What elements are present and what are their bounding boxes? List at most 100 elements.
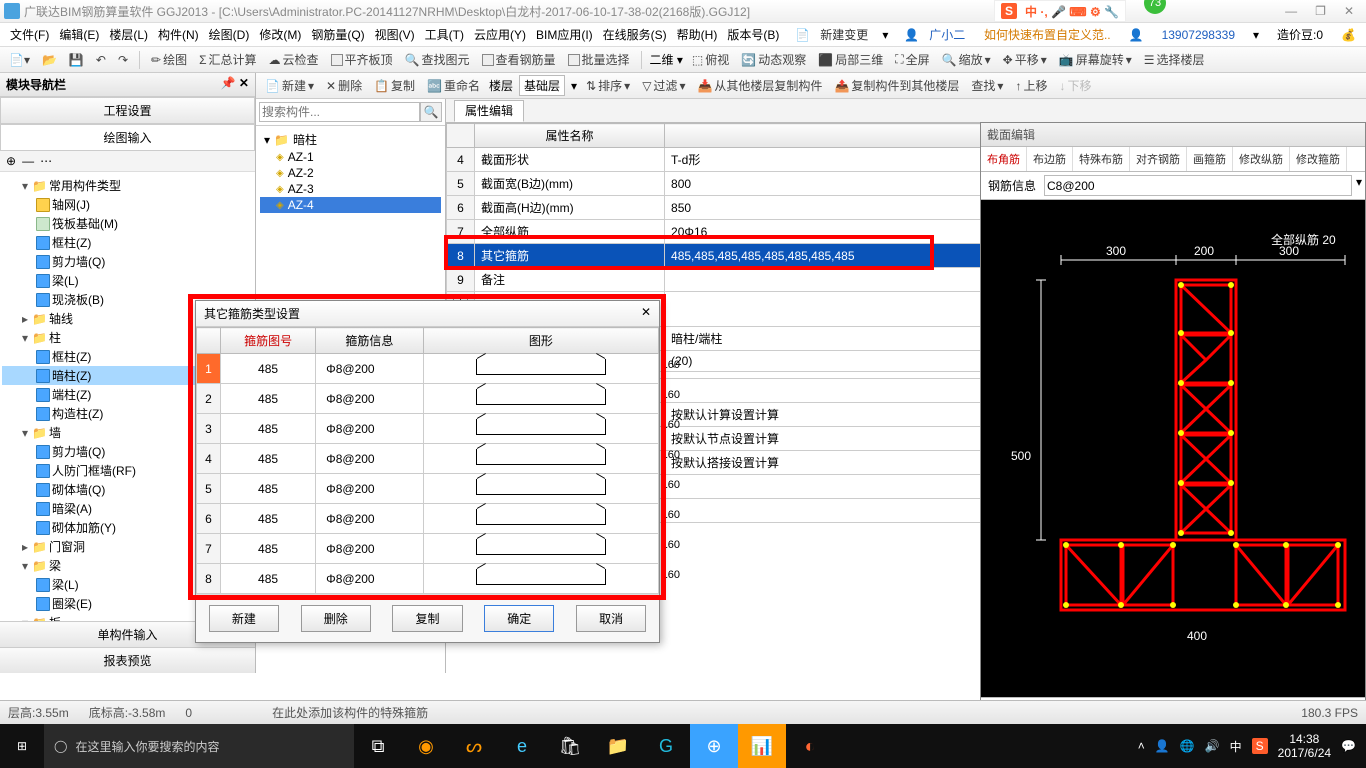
dialog-ok-button[interactable]: 确定 <box>484 605 554 632</box>
component-item[interactable]: ◈ AZ-4 <box>260 197 441 213</box>
section-tab-edge[interactable]: 布边筋 <box>1027 147 1073 171</box>
stirrup-row[interactable]: 2485Φ8@200160 <box>197 384 659 414</box>
report-preview[interactable]: 报表预览 <box>0 647 255 673</box>
stirrup-row[interactable]: 6485Φ8@200160 <box>197 504 659 534</box>
faq-link[interactable]: 如何快速布置自定义范.. <box>980 24 1115 45</box>
start-button[interactable]: ⊞ <box>0 724 44 768</box>
minimize-button[interactable]: — <box>1285 4 1297 18</box>
tool-batchsel[interactable]: 批量选择 <box>565 49 633 70</box>
component-item[interactable]: ◈ AZ-3 <box>260 181 441 197</box>
btn-copy[interactable]: 📋 复制 <box>371 75 418 96</box>
tool-fullscreen[interactable]: ⛶ 全屏 <box>892 49 932 70</box>
rebar-info-input[interactable] <box>1044 175 1352 196</box>
store-icon[interactable]: 🛍 <box>546 724 594 768</box>
menu-tools[interactable]: 工具(T) <box>421 24 468 45</box>
stirrup-row[interactable]: 4485Φ8@200160 <box>197 444 659 474</box>
btn-copyto[interactable]: 📤 复制构件到其他楼层 <box>831 75 962 96</box>
tool-viewrebar[interactable]: 查看钢筋量 <box>479 49 559 70</box>
ime-indicator[interactable]: S 中 ·, 🎤 ⌨ ⚙ 🔧 <box>994 0 1126 22</box>
menu-newchange[interactable]: 新建变更 <box>816 24 872 45</box>
edge-icon[interactable]: e <box>498 724 546 768</box>
tab-draw-input[interactable]: 绘图输入 <box>0 124 255 151</box>
floor-combo[interactable]: 基础层 <box>519 75 565 96</box>
nav-collapse-icon[interactable]: — <box>22 154 34 168</box>
current-user[interactable]: 广小二 <box>925 24 969 45</box>
tool-cloudcheck[interactable]: ☁ 云检查 <box>266 49 322 70</box>
tree-item[interactable]: 框柱(Z) <box>2 233 253 252</box>
menu-bim[interactable]: BIM应用(I) <box>532 24 597 45</box>
tool-undo-icon[interactable]: ↶ <box>93 51 109 69</box>
menu-file[interactable]: 文件(F) <box>6 24 53 45</box>
tool-topview[interactable]: ⬚ 俯视 <box>689 49 732 70</box>
taskbar-app-3[interactable]: G <box>642 724 690 768</box>
tray-notifications-icon[interactable]: 💬 <box>1341 739 1356 753</box>
menu-component[interactable]: 构件(N) <box>154 24 203 45</box>
menu-help[interactable]: 帮助(H) <box>673 24 722 45</box>
tree-item[interactable]: 轴网(J) <box>2 195 253 214</box>
tool-flatten[interactable]: 平齐板顶 <box>328 49 396 70</box>
menu-modify[interactable]: 修改(M) <box>255 24 305 45</box>
nav-pin-icon[interactable]: 📌 ✕ <box>221 76 249 93</box>
tree-item[interactable]: 剪力墙(Q) <box>2 252 253 271</box>
tray-up-icon[interactable]: ˄ <box>1138 739 1145 753</box>
col-stirrup-shape[interactable]: 图形 <box>423 328 658 354</box>
dialog-cancel-button[interactable]: 取消 <box>576 605 646 632</box>
menu-rebar[interactable]: 钢筋量(Q) <box>307 24 368 45</box>
task-view-icon[interactable]: ⧉ <box>354 724 402 768</box>
phone-label[interactable]: 13907298339 <box>1158 26 1239 44</box>
section-tab-modlong[interactable]: 修改纵筋 <box>1233 147 1290 171</box>
menu-floor[interactable]: 楼层(L) <box>105 24 152 45</box>
tool-sum[interactable]: Σ 汇总计算 <box>196 49 259 70</box>
taskbar-search[interactable]: ◯ 在这里输入你要搜索的内容 <box>44 724 354 768</box>
tool-draw[interactable]: ✏ 绘图 <box>148 49 190 70</box>
tree-item[interactable]: 梁(L) <box>2 271 253 290</box>
col-stirrup-code[interactable]: 箍筋图号 <box>221 328 316 354</box>
stirrup-table[interactable]: 箍筋图号箍筋信息图形 1485Φ8@2001602485Φ8@200160348… <box>196 327 659 594</box>
component-item[interactable]: ◈ AZ-2 <box>260 165 441 181</box>
btn-delete[interactable]: ✕ 删除 <box>323 75 365 96</box>
tree-item[interactable]: ▾📁 常用构件类型 <box>2 176 253 195</box>
close-button[interactable]: ✕ <box>1344 4 1354 18</box>
stirrup-row[interactable]: 1485Φ8@200160 <box>197 354 659 384</box>
menu-version[interactable]: 版本号(B) <box>723 24 783 45</box>
component-search-input[interactable] <box>259 102 420 122</box>
system-tray[interactable]: ˄ 👤 🌐 🔊 中 S 14:38 2017/6/24 💬 <box>1128 732 1366 761</box>
tool-redo-icon[interactable]: ↷ <box>115 51 131 69</box>
tray-people-icon[interactable]: 👤 <box>1155 739 1170 753</box>
tool-find[interactable]: 🔍 查找图元 <box>402 49 473 70</box>
stirrup-row[interactable]: 7485Φ8@200160 <box>197 534 659 564</box>
tool-local3d[interactable]: ⬛ 局部三维 <box>815 49 886 70</box>
btn-copyfrom[interactable]: 📥 从其他楼层复制构件 <box>694 75 825 96</box>
stirrup-row[interactable]: 8485Φ8@200160 <box>197 564 659 594</box>
taskbar-app-6[interactable]: ◐ <box>786 724 834 768</box>
tray-volume-icon[interactable]: 🔊 <box>1205 739 1220 753</box>
section-tab-drawstir[interactable]: 画箍筋 <box>1187 147 1233 171</box>
btn-new[interactable]: 📄 新建 ▾ <box>262 75 317 96</box>
btn-moveup[interactable]: ↑ 上移 <box>1012 75 1050 96</box>
menu-edit[interactable]: 编辑(E) <box>55 24 103 45</box>
nav-expand-icon[interactable]: ⊕ <box>6 154 16 168</box>
tool-open-icon[interactable]: 📂 <box>39 51 60 69</box>
stirrup-row[interactable]: 5485Φ8@200160 <box>197 474 659 504</box>
taskbar-app-4[interactable]: ⊕ <box>690 724 738 768</box>
dialog-close-button[interactable]: ✕ <box>641 305 651 322</box>
component-search-button[interactable]: 🔍 <box>420 102 442 122</box>
tool-selfloor[interactable]: ☰ 选择楼层 <box>1141 49 1208 70</box>
nav-more-icon[interactable]: ⋯ <box>40 154 52 168</box>
btn-sort[interactable]: ⇅ 排序 ▾ <box>583 75 633 96</box>
tray-sogou-icon[interactable]: S <box>1252 738 1268 754</box>
taskbar-app-1[interactable]: ◉ <box>402 724 450 768</box>
tool-pan[interactable]: ✥ 平移 ▾ <box>1000 49 1050 70</box>
btn-find[interactable]: 查找 ▾ <box>968 75 1006 96</box>
section-tab-special[interactable]: 特殊布筋 <box>1073 147 1130 171</box>
menu-online[interactable]: 在线服务(S) <box>599 24 671 45</box>
taskbar-app-5[interactable]: 📊 <box>738 724 786 768</box>
tool-new-icon[interactable]: 📄▾ <box>6 51 33 69</box>
menu-draw[interactable]: 绘图(D) <box>205 24 254 45</box>
property-tab[interactable]: 属性编辑 <box>454 100 524 122</box>
col-stirrup-info[interactable]: 箍筋信息 <box>316 328 424 354</box>
dialog-delete-button[interactable]: 删除 <box>301 605 371 632</box>
section-tab-corner[interactable]: 布角筋 <box>981 147 1027 171</box>
tool-zoom[interactable]: 🔍 缩放 ▾ <box>939 49 994 70</box>
tray-network-icon[interactable]: 🌐 <box>1180 739 1195 753</box>
